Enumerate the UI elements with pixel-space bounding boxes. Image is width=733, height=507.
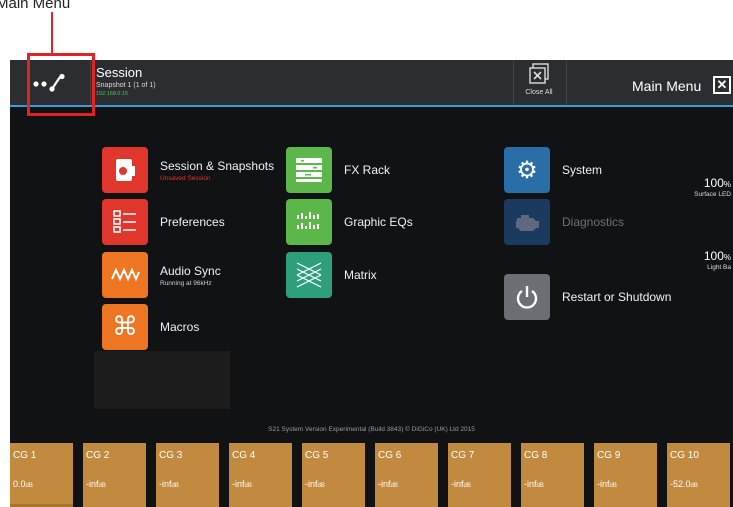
session-subtitle: Snapshot 1 (1 of 1) xyxy=(96,82,156,89)
control-group-tile[interactable]: CG 4 -infdB xyxy=(229,443,292,507)
cg-name: CG 10 xyxy=(670,450,699,461)
control-group-tile[interactable]: CG 3 -infdB xyxy=(156,443,219,507)
console-screen: Session Snapshot 1 (1 of 1) 192.168.0.15… xyxy=(10,60,733,507)
cg-value: -inf xyxy=(524,479,537,489)
cg-value: -inf xyxy=(451,479,464,489)
percent-unit: % xyxy=(723,253,731,262)
cg-unit: dB xyxy=(463,483,471,489)
cg-name: CG 7 xyxy=(451,450,475,461)
cg-name: CG 2 xyxy=(86,450,110,461)
menu-diagnostics: Diagnostics xyxy=(504,199,624,245)
divider xyxy=(513,60,514,105)
menu-label: Matrix xyxy=(344,268,377,282)
cg-unit: dB xyxy=(690,483,698,489)
main-menu-title: Main Menu xyxy=(632,78,702,94)
control-group-tile[interactable]: CG 6 -infdB xyxy=(375,443,438,507)
preferences-icon xyxy=(102,199,148,245)
cg-name: CG 8 xyxy=(524,450,548,461)
cg-unit: dB xyxy=(317,483,325,489)
menu-graphic-eqs[interactable]: Graphic EQs xyxy=(286,199,413,245)
menu-label: System xyxy=(562,163,603,177)
menu-label: Session & Snapshots xyxy=(160,158,275,173)
menu-matrix[interactable]: Matrix xyxy=(286,252,377,298)
light-bar-value: 100 xyxy=(703,249,724,263)
menu-audio-sync[interactable]: Audio Sync Running at 96kHz xyxy=(102,252,221,298)
close-all-label: Close All xyxy=(525,89,553,96)
menu-system[interactable]: ⚙ System xyxy=(504,147,602,193)
version-text: S21 System Version Experimental (Build 3… xyxy=(268,426,475,433)
cg-value: 0.0 xyxy=(13,479,26,489)
cg-value: -inf xyxy=(378,479,391,489)
cg-name: CG 3 xyxy=(159,450,183,461)
surface-led-level[interactable]: 100% Surface LED xyxy=(694,176,731,198)
menu-label: Restart or Shutdown xyxy=(562,290,672,304)
cg-value: -inf xyxy=(86,479,99,489)
control-group-tile[interactable]: CG 8 -infdB xyxy=(521,443,584,507)
control-group-tile[interactable]: CG 2 -infdB xyxy=(83,443,146,507)
menu-preferences[interactable]: Preferences xyxy=(102,199,225,245)
control-group-tile[interactable]: CG 7 -infdB xyxy=(448,443,511,507)
cg-value: -inf xyxy=(159,479,172,489)
command-key-icon: ⌘ xyxy=(102,304,148,350)
control-group-tile[interactable]: CG 9 -infdB xyxy=(594,443,657,507)
menu-label: Graphic EQs xyxy=(344,215,413,229)
menu-fx-rack[interactable]: FX Rack xyxy=(286,147,390,193)
control-group-tile[interactable]: CG 10 -52.0dB xyxy=(667,443,730,507)
surface-led-value: 100 xyxy=(703,176,724,190)
control-group-tile[interactable]: CG 5 -infdB xyxy=(302,443,365,507)
cg-unit: dB xyxy=(390,483,398,489)
menu-label: Preferences xyxy=(160,215,225,229)
callout-line xyxy=(51,12,53,56)
surface-led-label: Surface LED xyxy=(694,191,731,198)
control-group-strip: CG 1 0.0dB CG 2 -infdB CG 3 -infdB CG 4 … xyxy=(10,443,733,507)
light-bar-label: Light Ba xyxy=(707,264,731,271)
cg-unit: dB xyxy=(98,483,106,489)
cg-value: -52.0 xyxy=(670,479,691,489)
menu-restart-shutdown[interactable]: Restart or Shutdown xyxy=(504,274,671,320)
matrix-icon xyxy=(286,252,332,298)
engine-icon xyxy=(504,199,550,245)
fx-rack-icon xyxy=(286,147,332,193)
cg-unit: dB xyxy=(536,483,544,489)
cg-name: CG 5 xyxy=(305,450,329,461)
menu-label: Diagnostics xyxy=(562,215,625,229)
cg-name: CG 1 xyxy=(13,450,37,461)
session-info[interactable]: Session Snapshot 1 (1 of 1) 192.168.0.15 xyxy=(96,65,156,98)
graphic-eq-icon xyxy=(286,199,332,245)
menu-label: Macros xyxy=(160,320,200,334)
close-all-icon xyxy=(528,63,550,85)
session-status: Unsaved Session xyxy=(160,174,211,182)
gears-icon: ⚙ xyxy=(504,147,550,193)
cg-name: CG 9 xyxy=(597,450,621,461)
waveform-icon xyxy=(102,252,148,298)
cg-name: CG 6 xyxy=(378,450,402,461)
cg-unit: dB xyxy=(25,483,33,489)
main-menu-callout-label: Main Menu xyxy=(0,0,71,12)
light-bar-level[interactable]: 100% Light Ba xyxy=(704,249,731,271)
close-all-button[interactable]: Close All xyxy=(517,63,561,103)
sync-status: Running at 96kHz xyxy=(160,279,212,287)
cg-unit: dB xyxy=(244,483,252,489)
callout-box xyxy=(27,53,95,116)
cg-unit: dB xyxy=(609,483,617,489)
cg-value: -inf xyxy=(232,479,245,489)
cg-value: -inf xyxy=(305,479,318,489)
menu-label: Audio Sync xyxy=(160,263,221,278)
session-ip: 192.168.0.15 xyxy=(96,91,129,97)
menu-session-snapshots[interactable]: Session & Snapshots Unsaved Session xyxy=(102,147,274,193)
session-icon xyxy=(102,147,148,193)
control-group-tile[interactable]: CG 1 0.0dB xyxy=(10,443,73,507)
session-title: Session xyxy=(96,65,143,80)
divider xyxy=(566,60,567,105)
cg-name: CG 4 xyxy=(232,450,256,461)
top-bar: Session Snapshot 1 (1 of 1) 192.168.0.15… xyxy=(10,60,733,107)
blank-panel xyxy=(94,351,230,409)
cg-unit: dB xyxy=(171,483,179,489)
close-icon[interactable]: ✕ xyxy=(713,76,731,94)
menu-macros[interactable]: ⌘ Macros xyxy=(102,304,199,350)
power-icon xyxy=(504,274,550,320)
menu-label: FX Rack xyxy=(344,163,391,177)
cg-value: -inf xyxy=(597,479,610,489)
percent-unit: % xyxy=(723,180,731,189)
